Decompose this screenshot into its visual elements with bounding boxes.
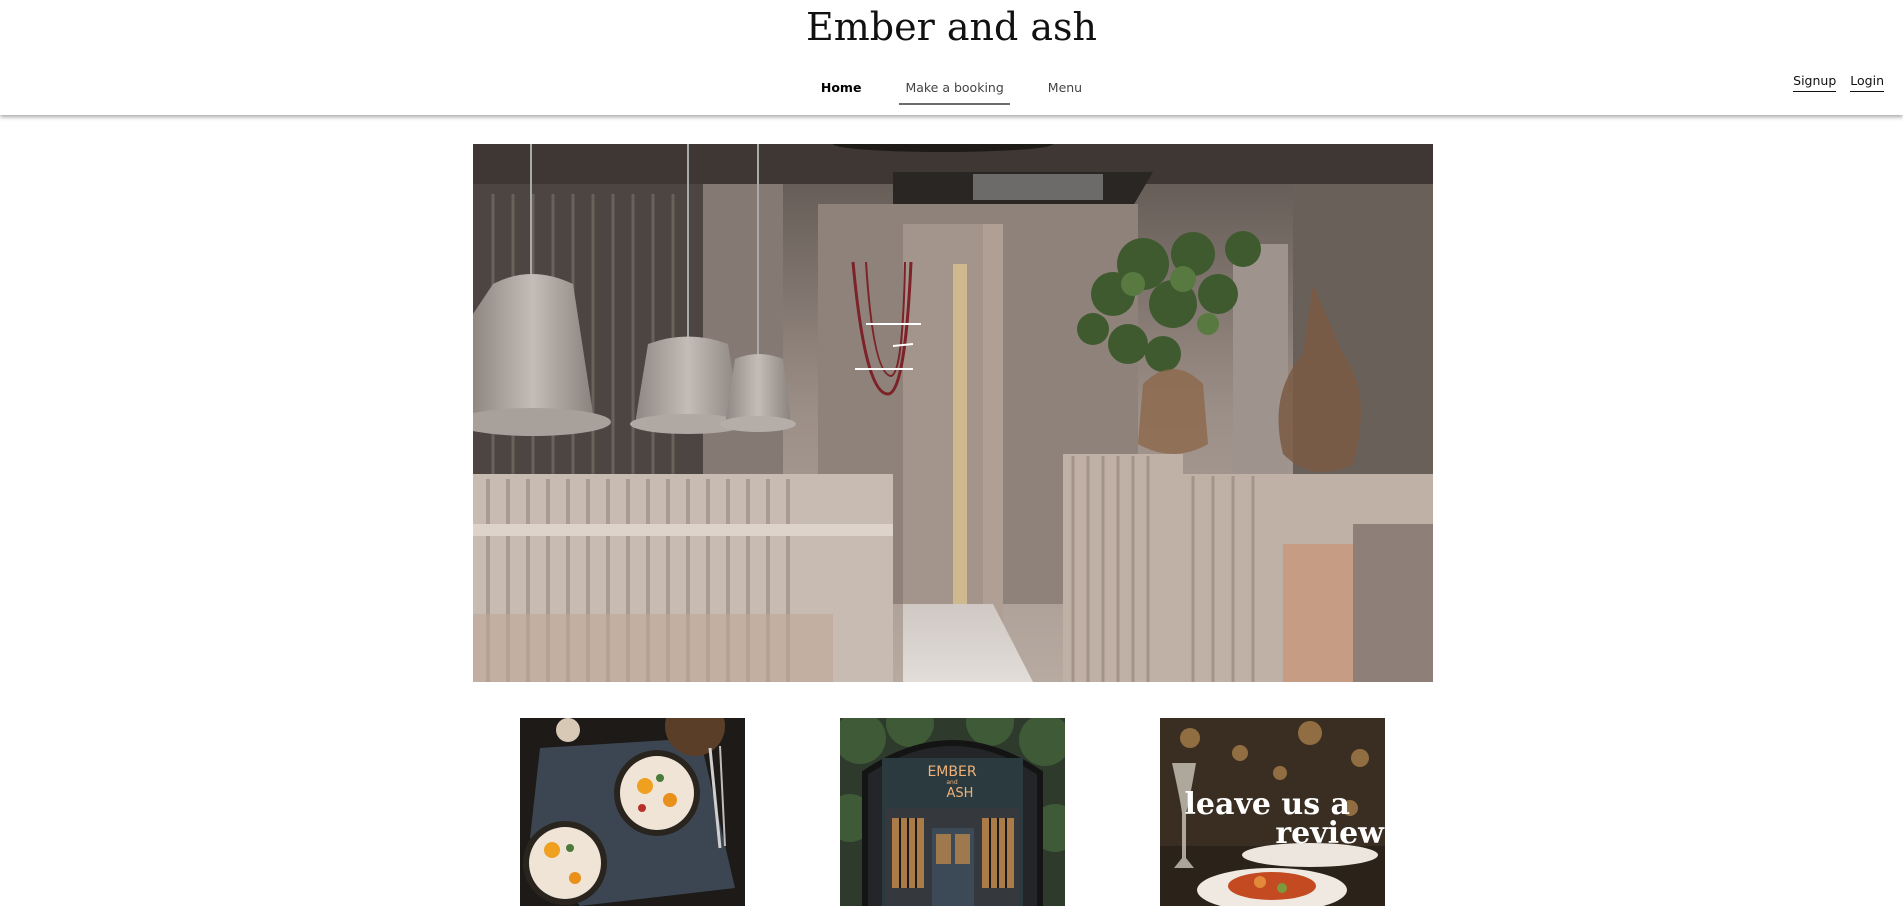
review-photo: leave us a review (1160, 718, 1385, 906)
login-link[interactable]: Login (1850, 73, 1884, 92)
food-photo (520, 718, 745, 906)
review-caption-line2: review (1275, 816, 1385, 851)
restaurant-interior-illustration (473, 144, 1433, 682)
nav-make-a-booking[interactable]: Make a booking (899, 76, 1010, 105)
sign-ember: EMBER (927, 764, 976, 780)
signup-link[interactable]: Signup (1793, 73, 1837, 92)
sign-and: and (946, 779, 957, 786)
nav-menu[interactable]: Menu (1042, 76, 1088, 105)
food-photo-tile[interactable] (520, 718, 745, 906)
nav-home[interactable]: Home (815, 76, 868, 105)
feature-tiles: EMBER and ASH leave us a review (0, 718, 1903, 906)
sign-ash: ASH (947, 786, 974, 801)
hero-image (473, 144, 1433, 682)
storefront-photo: EMBER and ASH (840, 718, 1065, 906)
auth-links: Signup Login (1793, 73, 1884, 92)
main-nav: Home Make a booking Menu (0, 76, 1903, 105)
storefront-photo-tile[interactable]: EMBER and ASH (840, 718, 1065, 906)
site-title: Ember and ash (806, 5, 1097, 49)
site-header: Ember and ash Home Make a booking Menu S… (0, 0, 1903, 115)
review-photo-tile[interactable]: leave us a review (1160, 718, 1385, 906)
